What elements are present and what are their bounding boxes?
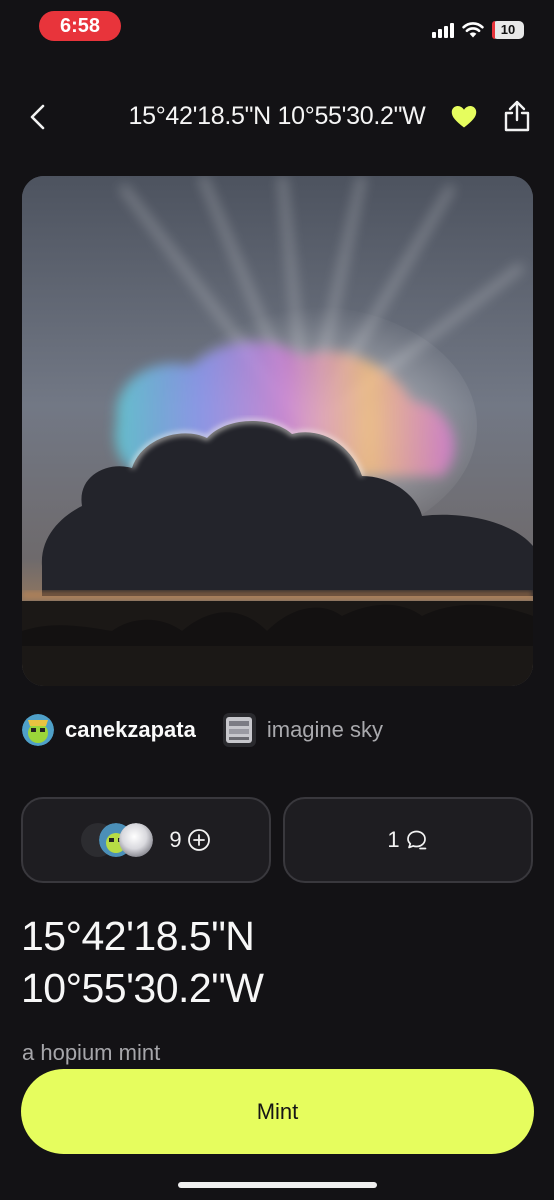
status-bar: 6:58 10 (0, 0, 554, 52)
artwork-title-line1: 15°42'18.5"N (21, 913, 255, 959)
artwork-description: a hopium mint (22, 1040, 161, 1065)
creator-avatar[interactable] (22, 714, 54, 746)
signal-icon (432, 22, 454, 38)
comment-icon (406, 830, 426, 850)
chevron-left-icon (30, 104, 45, 130)
collection-thumbnail (222, 713, 256, 747)
share-button[interactable] (501, 99, 533, 133)
collection-link[interactable]: imagine sky (222, 713, 384, 747)
plus-circle-icon (187, 829, 210, 851)
artwork-image[interactable] (22, 176, 533, 686)
battery-level: 10 (500, 22, 516, 37)
artwork-illustration (22, 176, 533, 686)
heart-icon (451, 106, 477, 128)
status-icons: 10 (432, 19, 524, 41)
comments-card[interactable]: 1 (283, 797, 533, 883)
mint-button[interactable]: Mint (21, 1069, 534, 1154)
collector-avatar (119, 823, 154, 857)
share-icon (504, 100, 530, 132)
meta-row: canekzapata imagine sky (22, 712, 383, 748)
collectors-card[interactable]: 9 (21, 797, 271, 883)
artwork-title-line2: 10°55'30.2"W (21, 965, 264, 1011)
favorite-button[interactable] (450, 103, 478, 131)
header: 15°42'18.5"N 10°55'30.2"W (0, 92, 554, 142)
artwork-title: 15°42'18.5"N 10°55'30.2"W (21, 910, 531, 1014)
wifi-icon (462, 22, 484, 38)
home-indicator (178, 1182, 377, 1188)
collectors-count: 9 (169, 827, 182, 852)
comments-count: 1 (387, 827, 400, 852)
back-button[interactable] (24, 100, 54, 134)
collector-avatars (81, 823, 154, 857)
collection-name: imagine sky (266, 717, 384, 742)
creator-name[interactable]: canekzapata (65, 717, 196, 743)
battery-icon: 10 (492, 21, 524, 39)
status-time: 6:58 (39, 11, 121, 41)
